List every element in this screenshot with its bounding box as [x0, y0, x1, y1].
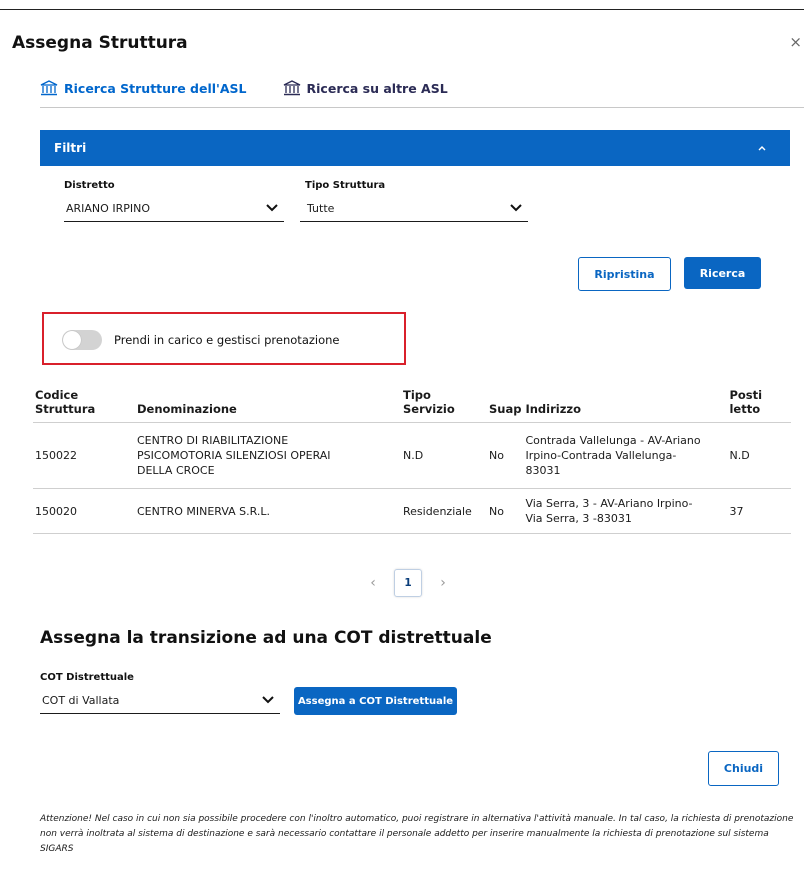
chevron-up-icon[interactable] [754, 140, 770, 156]
chevron-down-icon [262, 696, 274, 704]
tipo-struttura-select[interactable]: Tutte [300, 197, 528, 222]
distretto-select[interactable]: ARIANO IRPINO [64, 197, 284, 222]
col-posti-letto[interactable]: Posti letto [727, 384, 791, 423]
cell-indirizzo: Contrada Vallelunga - AV-Ariano Irpino-C… [523, 422, 728, 489]
top-border [0, 9, 804, 10]
footer-warning: Attenzione! Nel caso in cui non sia poss… [40, 814, 794, 854]
chevron-down-icon [510, 204, 522, 212]
pagination: ‹ 1 › [366, 568, 450, 598]
cot-value: COT di Vallata [42, 694, 120, 707]
next-page-icon[interactable]: › [436, 575, 450, 591]
cell-tipo: Residenziale [401, 488, 487, 534]
search-tabs: Ricerca Strutture dell'ASL Ricerca su al… [40, 80, 448, 96]
cell-suap: No [487, 422, 524, 489]
filters-title: Filtri [54, 141, 87, 155]
cot-section-title: Assegna la transizione ad una COT distre… [40, 628, 492, 648]
reset-button[interactable]: Ripristina [578, 257, 671, 291]
tipo-struttura-label: Tipo Struttura [305, 180, 386, 191]
dialog-title: Assegna Struttura [12, 33, 188, 53]
cell-denominazione: CENTRO MINERVA S.R.L. [123, 488, 401, 534]
cell-denominazione: CENTRO DI RIABILITAZIONE PSICOMOTORIA SI… [123, 422, 401, 489]
institution-icon [283, 80, 300, 96]
cot-field-label: COT Distrettuale [40, 672, 134, 683]
cell-indirizzo: Via Serra, 3 - AV-Ariano Irpino- Via Ser… [523, 488, 728, 534]
close-icon[interactable]: × [789, 33, 802, 51]
cell-tipo: N.D [401, 422, 487, 489]
cell-posti: 37 [727, 488, 791, 534]
cell-posti: N.D [727, 422, 791, 489]
highlight-frame: Prendi in carico e gestisci prenotazione [42, 312, 406, 365]
col-indirizzo[interactable]: Indirizzo [523, 384, 728, 423]
tab-label: Ricerca Strutture dell'ASL [64, 80, 247, 96]
chevron-down-icon [266, 204, 278, 212]
table-row[interactable]: 150022 CENTRO DI RIABILITAZIONE PSICOMOT… [33, 422, 791, 489]
cell-codice: 150022 [33, 422, 123, 489]
table-row[interactable]: 150020 CENTRO MINERVA S.R.L. Residenzial… [33, 488, 791, 534]
tipo-struttura-value: Tutte [307, 202, 335, 215]
col-suap[interactable]: Suap [487, 384, 524, 423]
search-button[interactable]: Ricerca [684, 257, 761, 289]
toggle-label: Prendi in carico e gestisci prenotazione [114, 333, 340, 347]
prenotazione-toggle[interactable] [62, 330, 102, 350]
tab-asl-structures[interactable]: Ricerca Strutture dell'ASL [40, 80, 247, 96]
cot-select[interactable]: COT di Vallata [40, 689, 280, 714]
page-button-1[interactable]: 1 [394, 569, 422, 597]
tabs-divider [40, 107, 804, 108]
distretto-label: Distretto [64, 180, 115, 191]
distretto-value: ARIANO IRPINO [66, 202, 150, 215]
tab-label: Ricerca su altre ASL [306, 80, 448, 96]
assign-cot-button[interactable]: Assegna a COT Distrettuale [294, 687, 457, 715]
toggle-knob [63, 331, 81, 349]
institution-icon [40, 80, 58, 96]
filters-header[interactable]: Filtri [40, 130, 790, 166]
prev-page-icon[interactable]: ‹ [366, 575, 380, 591]
col-tipo-servizio[interactable]: Tipo Servizio [401, 384, 487, 423]
col-codice[interactable]: Codice Struttura [33, 384, 123, 423]
tab-other-asl[interactable]: Ricerca su altre ASL [283, 80, 448, 96]
structures-table: Codice Struttura Denominazione Tipo Serviz… [33, 384, 791, 534]
cell-suap: No [487, 488, 524, 534]
cell-codice: 150020 [33, 488, 123, 534]
col-denominazione[interactable]: Denominazione [123, 384, 401, 423]
close-button[interactable]: Chiudi [708, 751, 779, 786]
table-header-row: Codice Struttura Denominazione Tipo Serviz… [33, 384, 791, 423]
